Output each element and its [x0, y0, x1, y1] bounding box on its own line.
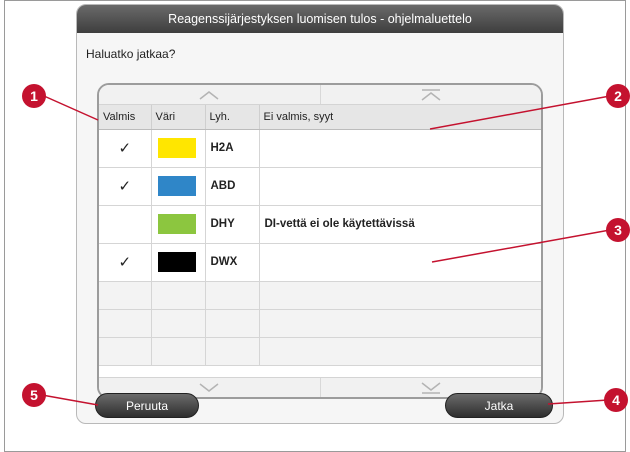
callout-lines: [41, 95, 611, 406]
callout-badge-1: 1: [22, 84, 46, 108]
callout-badge-5: 5: [22, 383, 46, 407]
callout-badge-2: 2: [606, 84, 630, 108]
callout-line-1: [43, 95, 99, 121]
callout-line-4: [547, 399, 609, 405]
callout-line-2: [429, 95, 611, 130]
callout-badge-3: 3: [606, 218, 630, 242]
callout-line-5: [41, 394, 99, 406]
callout-badge-4: 4: [604, 388, 628, 412]
callout-line-3: [431, 229, 611, 263]
